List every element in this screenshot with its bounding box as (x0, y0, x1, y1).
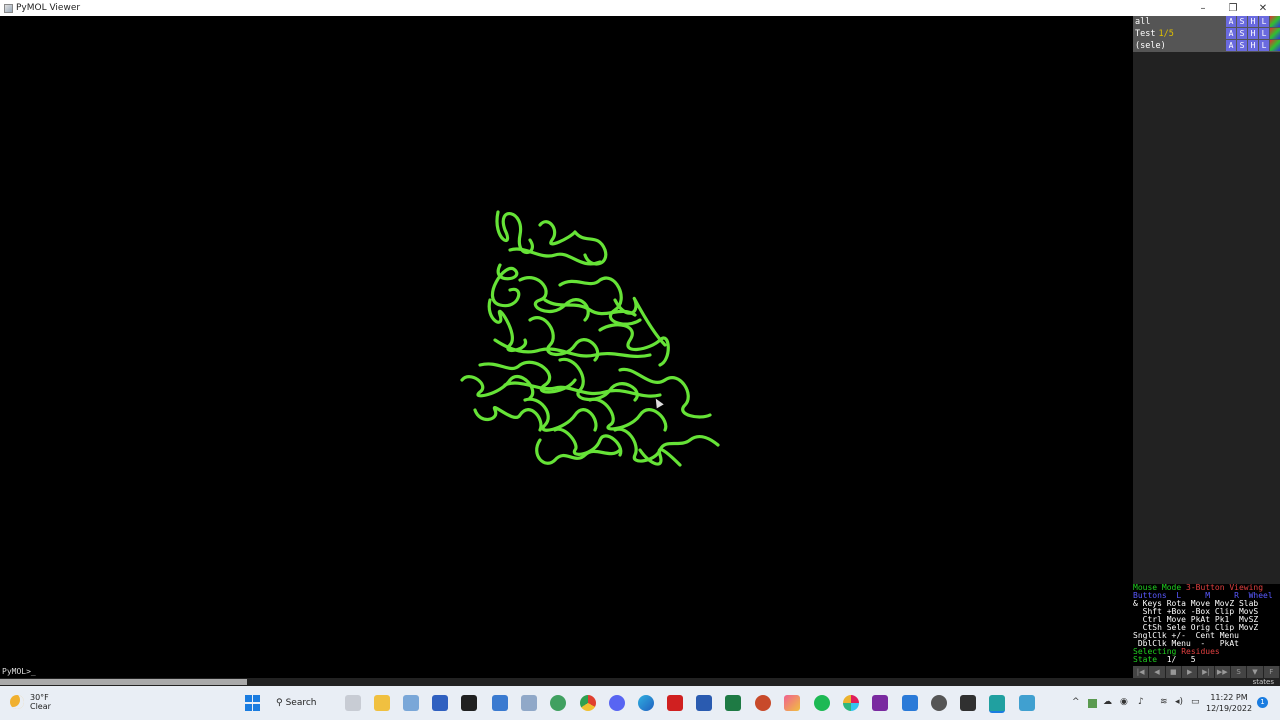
terminal-icon[interactable] (461, 695, 477, 711)
acrobat-icon[interactable] (667, 695, 683, 711)
show-button[interactable]: S (1237, 16, 1247, 27)
scrollbar-thumb[interactable] (0, 679, 247, 685)
object-row-test[interactable]: Test 1/5 A S H L (1133, 28, 1280, 40)
molecule-viewport[interactable] (0, 16, 1133, 666)
window-title: PyMOL Viewer (16, 3, 81, 13)
command-input[interactable]: PyMOL>_ (0, 666, 1133, 678)
moon-icon (10, 695, 24, 709)
azure-icon[interactable] (432, 695, 448, 711)
chevron-up-icon[interactable]: ^ (1072, 697, 1080, 707)
pymol-app-icon (4, 3, 13, 13)
volume-icon[interactable]: ◂) (1175, 697, 1183, 707)
cmd-icon[interactable] (960, 695, 976, 711)
object-name: all (1135, 17, 1151, 27)
spotify-icon[interactable] (814, 695, 830, 711)
wifi-icon[interactable]: ≋ (1160, 697, 1168, 707)
label-button[interactable]: L (1259, 28, 1269, 39)
state-value: 1/ 5 (1157, 655, 1196, 664)
notification-badge[interactable]: 1 (1257, 697, 1268, 708)
rewind-button[interactable]: |◀ (1133, 666, 1150, 678)
states-label: states (1133, 678, 1280, 686)
clock-date: 12/19/2022 (1206, 704, 1253, 713)
task-view-icon[interactable] (345, 695, 361, 711)
search-label: Search (285, 698, 317, 708)
label-button[interactable]: L (1259, 40, 1269, 51)
show-button[interactable]: S (1237, 40, 1247, 51)
object-name: Test (1135, 29, 1156, 39)
notepad-icon[interactable] (1019, 695, 1035, 711)
color-button[interactable] (1270, 28, 1280, 39)
action-button[interactable]: A (1226, 28, 1236, 39)
object-name: (sele) (1135, 41, 1166, 51)
bluetooth-icon[interactable]: ◉ (1120, 697, 1128, 707)
onenote-icon[interactable] (872, 695, 888, 711)
windows-taskbar: 30°F Clear ⚲ Search ^ ☁ ◉ ♪ ≋ ◂) ▭ 11:22 … (0, 686, 1280, 720)
hide-button[interactable]: H (1248, 16, 1258, 27)
close-button[interactable]: ✕ (1248, 0, 1278, 16)
play-button[interactable]: ▶ (1182, 666, 1199, 678)
file-explorer-icon[interactable] (374, 695, 390, 711)
hide-button[interactable]: H (1248, 40, 1258, 51)
action-button[interactable]: A (1226, 16, 1236, 27)
search-icon: ⚲ (276, 698, 283, 708)
color-button[interactable] (1270, 16, 1280, 27)
menu-button[interactable]: ▼ (1247, 666, 1264, 678)
battery-icon[interactable]: ▭ (1191, 697, 1200, 707)
photos-icon[interactable] (403, 695, 419, 711)
end-button[interactable]: ▶▶ (1215, 666, 1231, 678)
fullscreen-button[interactable]: F (1264, 666, 1280, 678)
object-panel: all A S H L Test 1/5 A S H L (sele) A S H… (1133, 16, 1280, 584)
horizontal-scrollbar[interactable] (0, 678, 1133, 686)
excel-icon[interactable] (725, 695, 741, 711)
weather-temp: 30°F (30, 693, 49, 702)
protein-ribbon-render (460, 210, 720, 467)
weather-desc: Clear (30, 702, 51, 711)
stop-button[interactable]: ■ (1166, 666, 1182, 678)
store-icon[interactable] (492, 695, 508, 711)
state-label: State (1133, 655, 1158, 664)
cloud-icon[interactable]: ☁ (1103, 697, 1112, 707)
movie-controls: |◀ ◀ ■ ▶ ▶| ▶▶ S ▼ F (1133, 666, 1280, 678)
show-button[interactable]: S (1237, 28, 1247, 39)
documents-icon[interactable] (521, 695, 537, 711)
todo-icon[interactable] (902, 695, 918, 711)
label-button[interactable]: L (1259, 16, 1269, 27)
speaker-icon[interactable]: ♪ (1138, 697, 1144, 707)
object-row-sele[interactable]: (sele) A S H L (1133, 40, 1280, 52)
maps-icon[interactable] (550, 695, 566, 711)
scene-button[interactable]: S (1231, 666, 1248, 678)
hide-button[interactable]: H (1248, 28, 1258, 39)
object-row-all[interactable]: all A S H L (1133, 16, 1280, 28)
start-icon[interactable] (245, 695, 261, 711)
search-button[interactable]: ⚲ Search (276, 695, 317, 711)
paint-icon[interactable] (784, 695, 800, 711)
word-icon[interactable] (696, 695, 712, 711)
object-states: 1/5 (1158, 29, 1174, 39)
chrome-icon[interactable] (580, 695, 596, 711)
minimize-button[interactable]: – (1188, 0, 1218, 16)
step-forward-button[interactable]: ▶| (1198, 666, 1215, 678)
mouse-mode-panel[interactable]: Mouse Mode 3-Button Viewing Buttons L M … (1133, 584, 1280, 666)
clock-time: 11:22 PM (1210, 693, 1248, 702)
action-button[interactable]: A (1226, 40, 1236, 51)
color-button[interactable] (1270, 40, 1280, 51)
slack-icon[interactable] (843, 695, 859, 711)
tray-app-icon[interactable] (1088, 699, 1097, 708)
maximize-button[interactable]: ❐ (1218, 0, 1248, 16)
weather-widget[interactable]: 30°F Clear (10, 693, 51, 711)
discord-icon[interactable] (609, 695, 625, 711)
system-clock[interactable]: 11:22 PM 12/19/2022 (1206, 692, 1252, 714)
step-back-button[interactable]: ◀ (1149, 666, 1166, 678)
powerpoint-icon[interactable] (755, 695, 771, 711)
pymol-taskbar-icon[interactable] (989, 695, 1005, 713)
window-titlebar: PyMOL Viewer (0, 0, 1280, 16)
edge-icon[interactable] (638, 695, 654, 711)
github-icon[interactable] (931, 695, 947, 711)
